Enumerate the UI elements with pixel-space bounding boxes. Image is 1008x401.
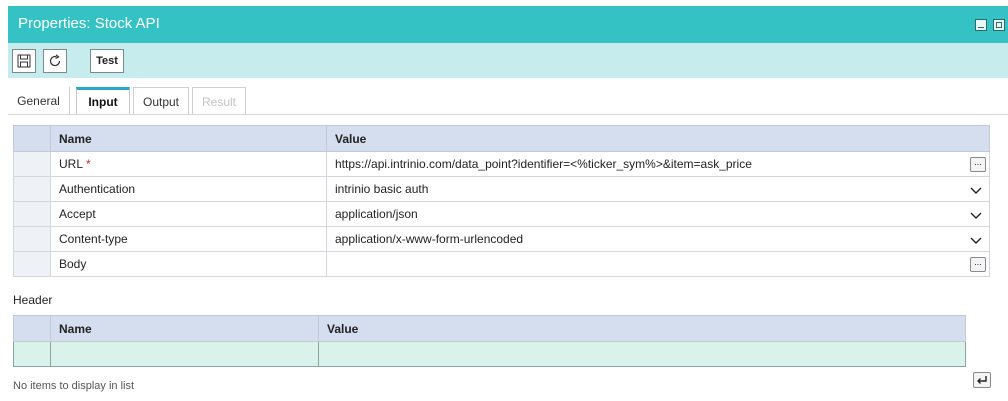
tab-general[interactable]: General bbox=[8, 87, 70, 115]
chevron-down-icon[interactable] bbox=[969, 233, 983, 247]
tab-input[interactable]: Input bbox=[76, 87, 130, 115]
column-header-name[interactable]: Name bbox=[50, 315, 319, 342]
property-name: URL bbox=[59, 157, 84, 171]
refresh-icon bbox=[49, 54, 61, 67]
row-gutter-header bbox=[13, 125, 51, 152]
toolbar: Test bbox=[8, 43, 1008, 78]
properties-header-row: Name Value bbox=[13, 125, 990, 152]
column-header-value[interactable]: Value bbox=[318, 315, 966, 342]
save-button[interactable] bbox=[12, 49, 36, 73]
tab-output[interactable]: Output bbox=[133, 87, 189, 115]
chevron-down-icon[interactable] bbox=[969, 183, 983, 197]
property-value-cell[interactable]: application/json bbox=[326, 201, 990, 227]
column-header-name[interactable]: Name bbox=[50, 125, 327, 152]
tab-divider bbox=[8, 114, 1008, 115]
property-row-accept[interactable]: Accept application/json bbox=[13, 201, 990, 227]
row-gutter[interactable] bbox=[13, 151, 51, 177]
row-gutter[interactable] bbox=[13, 176, 51, 202]
property-value-cell[interactable]: application/x-www-form-urlencoded bbox=[326, 226, 990, 252]
row-gutter[interactable] bbox=[13, 201, 51, 227]
authentication-select[interactable]: intrinio basic auth bbox=[335, 182, 428, 196]
property-name: Accept bbox=[59, 207, 96, 221]
window-title: Properties: Stock API bbox=[18, 15, 160, 32]
url-ellipsis-button[interactable]: ... bbox=[970, 157, 986, 172]
body-ellipsis-button[interactable]: ... bbox=[970, 257, 986, 272]
title-bar: Properties: Stock API bbox=[8, 6, 1008, 43]
empty-list-message: No items to display in list bbox=[13, 380, 135, 392]
header-grid-header-row: Name Value bbox=[13, 315, 966, 342]
accept-select[interactable]: application/json bbox=[335, 207, 418, 221]
property-row-authentication[interactable]: Authentication intrinio basic auth bbox=[13, 176, 990, 202]
row-gutter[interactable] bbox=[13, 341, 51, 367]
header-value-input[interactable] bbox=[318, 341, 966, 367]
header-name-input[interactable] bbox=[50, 341, 319, 367]
row-gutter[interactable] bbox=[13, 226, 51, 252]
save-icon bbox=[17, 54, 31, 68]
maximize-button[interactable] bbox=[993, 19, 1005, 31]
properties-grid: Name Value URL * https://api.intrinio.com… bbox=[13, 125, 990, 277]
minimize-button[interactable] bbox=[975, 19, 987, 31]
column-header-value[interactable]: Value bbox=[326, 125, 990, 152]
property-row-url[interactable]: URL * https://api.intrinio.com/data_point… bbox=[13, 151, 990, 177]
enter-icon bbox=[977, 376, 987, 384]
tab-result: Result bbox=[192, 87, 246, 115]
property-value-cell[interactable]: intrinio basic auth bbox=[326, 176, 990, 202]
content-type-select[interactable]: application/x-www-form-urlencoded bbox=[335, 232, 523, 246]
new-item-row[interactable] bbox=[13, 341, 966, 367]
header-section-label: Header bbox=[13, 293, 53, 307]
property-name-cell: Authentication bbox=[50, 176, 327, 202]
row-gutter-header bbox=[13, 315, 51, 342]
add-row-button[interactable] bbox=[973, 372, 991, 388]
property-name-cell: Content-type bbox=[50, 226, 327, 252]
row-gutter[interactable] bbox=[13, 251, 51, 277]
property-name: Body bbox=[59, 257, 87, 271]
property-value-cell[interactable]: https://api.intrinio.com/data_point?iden… bbox=[326, 151, 990, 177]
header-grid: Name Value bbox=[13, 315, 966, 367]
property-name-cell: URL * bbox=[50, 151, 327, 177]
test-button[interactable]: Test bbox=[90, 49, 124, 73]
property-row-content-type[interactable]: Content-type application/x-www-form-urle… bbox=[13, 226, 990, 252]
property-value-cell[interactable]: ... bbox=[326, 251, 990, 277]
property-name-cell: Accept bbox=[50, 201, 327, 227]
property-name-cell: Body bbox=[50, 251, 327, 277]
property-row-body[interactable]: Body ... bbox=[13, 251, 990, 277]
property-name: Content-type bbox=[59, 232, 128, 246]
chevron-down-icon[interactable] bbox=[969, 208, 983, 222]
refresh-button[interactable] bbox=[43, 49, 67, 73]
url-value[interactable]: https://api.intrinio.com/data_point?iden… bbox=[335, 157, 752, 171]
required-marker: * bbox=[86, 157, 91, 171]
property-name: Authentication bbox=[59, 182, 136, 196]
